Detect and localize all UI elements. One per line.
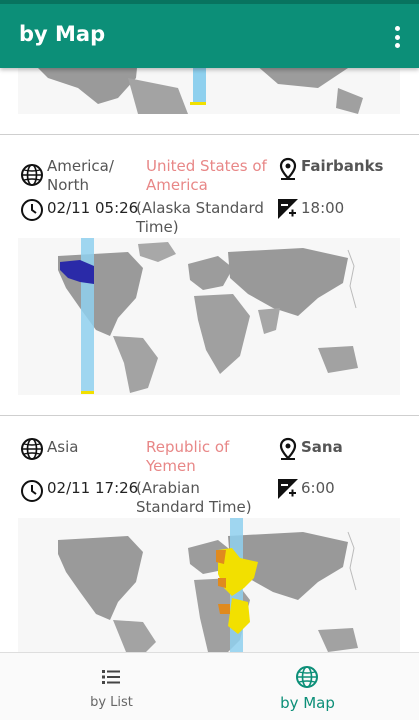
card-divider [0,415,419,416]
country-label: United States of America [146,157,267,194]
time-offset-icon [278,479,298,499]
time-offset-icon [278,199,298,219]
tab-label: by Map [280,694,335,712]
location-pin-icon [279,437,297,460]
world-map [18,518,400,652]
card-divider [0,134,419,135]
local-datetime: 02/11 17:26 [47,479,139,497]
world-map [18,238,400,395]
utc-offset: 18:00 [301,199,345,217]
map-list[interactable]: America/ North United States of America … [0,68,419,652]
timezone-name: (Arabian Standard Time) [136,479,252,516]
tab-by-list[interactable]: by List [7,653,216,721]
list-icon [102,670,120,684]
location-pin-icon [279,157,297,180]
tab-by-map[interactable]: by Map [203,653,412,721]
globe-icon [21,164,43,186]
globe-icon [296,666,318,688]
bottom-navigation: by List by Map [0,652,419,720]
tab-label: by List [90,695,133,710]
globe-icon [21,438,43,460]
overflow-menu-icon[interactable] [393,26,401,48]
utc-offset: 6:00 [301,479,335,497]
world-map-previous [18,68,400,114]
continent-label: America/ North [47,157,114,194]
country-label: Republic of Yemen [146,438,230,475]
city-label: Sana [301,438,343,456]
local-datetime: 02/11 05:26 [47,199,139,217]
app-bar: by Map [0,0,419,68]
continent-label: Asia [47,438,79,456]
app-title: by Map [19,22,106,46]
city-label: Fairbanks [301,157,384,175]
timezone-name: (Alaska Standard Time) [136,199,264,236]
clock-icon [21,480,43,502]
clock-icon [21,199,43,221]
